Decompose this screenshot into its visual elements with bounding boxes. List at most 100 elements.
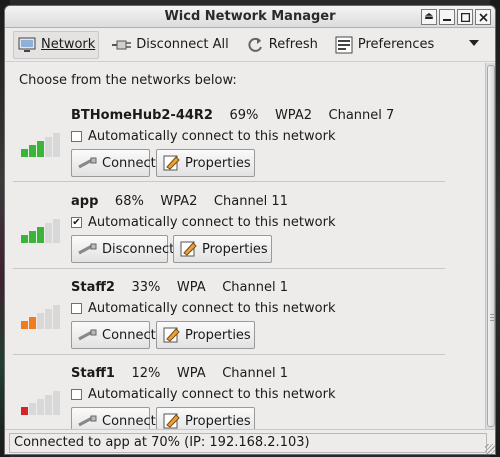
properties-icon bbox=[163, 326, 181, 344]
signal-bar bbox=[29, 145, 36, 157]
refresh-button[interactable]: Refresh bbox=[242, 31, 321, 59]
action-label: Connect bbox=[102, 413, 156, 429]
preferences-button[interactable]: Preferences bbox=[331, 31, 437, 59]
network-info-line: app 68% WPA2 Channel 11 bbox=[71, 194, 288, 209]
properties-button[interactable]: Properties bbox=[156, 149, 255, 177]
scrollbar-thumb[interactable] bbox=[487, 65, 495, 427]
network-strength: 69% bbox=[229, 108, 259, 123]
network-name: Staff2 bbox=[71, 280, 115, 295]
toolbar-overflow-arrow-icon[interactable] bbox=[469, 40, 479, 46]
auto-connect-label: Automatically connect to this network bbox=[88, 387, 336, 402]
network-encryption: WPA bbox=[176, 280, 206, 295]
signal-bar bbox=[21, 149, 28, 157]
signal-strength-icon bbox=[21, 217, 61, 243]
titlebar[interactable]: Wicd Network Manager ⏏ bbox=[5, 6, 495, 28]
preferences-icon bbox=[334, 35, 354, 55]
network-icon bbox=[17, 35, 37, 55]
signal-bar bbox=[45, 395, 52, 415]
auto-connect-checkbox[interactable]: Automatically connect to this network bbox=[71, 387, 335, 402]
network-button[interactable]: Network bbox=[13, 30, 100, 59]
network-name: app bbox=[71, 194, 99, 209]
refresh-icon bbox=[245, 35, 265, 55]
properties-label: Properties bbox=[185, 413, 251, 429]
signal-bar bbox=[53, 133, 60, 157]
plug-icon bbox=[112, 35, 132, 55]
network-label: Network bbox=[41, 37, 96, 52]
checkbox-box[interactable] bbox=[71, 131, 82, 142]
action-label: Disconnect bbox=[102, 241, 175, 257]
signal-strength-icon bbox=[21, 303, 61, 329]
connect-icon bbox=[78, 412, 98, 430]
properties-label: Properties bbox=[185, 155, 251, 171]
properties-button[interactable]: Properties bbox=[173, 235, 272, 263]
connect-button[interactable]: Connect bbox=[71, 321, 156, 349]
network-strength: 68% bbox=[114, 194, 144, 209]
connect-button[interactable]: Connect bbox=[71, 149, 156, 177]
signal-bar bbox=[53, 391, 60, 415]
signal-bar bbox=[45, 223, 52, 243]
status-text: Connected to app at 70% (IP: 192.168.2.1… bbox=[9, 433, 487, 453]
signal-bar bbox=[29, 317, 36, 329]
checkbox-box[interactable] bbox=[71, 303, 82, 314]
network-info-line: BTHomeHub2-44R2 69% WPA2 Channel 7 bbox=[71, 108, 394, 123]
properties-label: Properties bbox=[202, 241, 268, 257]
network-channel: Channel 11 bbox=[213, 194, 288, 209]
window-controls: ⏏ bbox=[421, 9, 491, 25]
network-separator bbox=[13, 268, 445, 269]
minimize-icon[interactable] bbox=[439, 9, 455, 25]
signal-bar bbox=[37, 227, 44, 243]
intro-text: Choose from the networks below: bbox=[19, 73, 237, 88]
properties-icon bbox=[163, 412, 181, 430]
signal-bar bbox=[37, 313, 44, 329]
network-entry: app 68% WPA2 Channel 11 ✔ Automatically co… bbox=[13, 185, 445, 271]
signal-strength-icon bbox=[21, 131, 61, 157]
network-separator bbox=[13, 181, 445, 182]
shade-icon[interactable]: ⏏ bbox=[421, 9, 437, 25]
close-icon[interactable] bbox=[475, 9, 491, 25]
checkbox-box[interactable]: ✔ bbox=[71, 217, 82, 228]
network-separator bbox=[13, 354, 445, 355]
signal-bar bbox=[21, 321, 28, 329]
disconnect-button[interactable]: Disconnect bbox=[71, 235, 174, 263]
signal-bar bbox=[29, 403, 36, 415]
network-entry: Staff2 33% WPA Channel 1 Automatically co… bbox=[13, 271, 445, 357]
action-label: Connect bbox=[102, 155, 156, 171]
network-encryption: WPA2 bbox=[160, 194, 198, 209]
signal-bar bbox=[37, 141, 44, 157]
disconnect-all-label: Disconnect All bbox=[136, 37, 229, 52]
network-name: Staff1 bbox=[71, 366, 115, 381]
properties-icon bbox=[163, 154, 181, 172]
properties-icon bbox=[180, 240, 198, 258]
plug-icon bbox=[78, 240, 98, 258]
auto-connect-checkbox[interactable]: Automatically connect to this network bbox=[71, 129, 335, 144]
properties-label: Properties bbox=[185, 327, 251, 343]
network-channel: Channel 7 bbox=[328, 108, 395, 123]
signal-bar bbox=[21, 407, 28, 415]
maximize-icon[interactable] bbox=[457, 9, 473, 25]
auto-connect-label: Automatically connect to this network bbox=[88, 215, 336, 230]
scrollbar[interactable] bbox=[485, 63, 495, 429]
auto-connect-label: Automatically connect to this network bbox=[88, 301, 336, 316]
preferences-label: Preferences bbox=[357, 37, 435, 52]
network-strength: 33% bbox=[131, 280, 161, 295]
wicd-window: Wicd Network Manager ⏏ Network Disconnec… bbox=[4, 5, 496, 455]
scrollbar-grip bbox=[490, 314, 494, 323]
resize-grip[interactable] bbox=[485, 444, 495, 454]
network-name: BTHomeHub2-44R2 bbox=[71, 108, 213, 123]
auto-connect-checkbox[interactable]: Automatically connect to this network bbox=[71, 301, 335, 316]
signal-strength-icon bbox=[21, 389, 61, 415]
signal-bar bbox=[53, 219, 60, 243]
signal-bar bbox=[21, 235, 28, 243]
connect-icon bbox=[78, 326, 98, 344]
checkbox-box[interactable] bbox=[71, 389, 82, 400]
network-info-line: Staff2 33% WPA Channel 1 bbox=[71, 280, 288, 295]
refresh-label: Refresh bbox=[268, 37, 318, 52]
auto-connect-checkbox[interactable]: ✔ Automatically connect to this network bbox=[71, 215, 335, 230]
disconnect-all-button[interactable]: Disconnect All bbox=[109, 31, 231, 59]
signal-bar bbox=[45, 309, 52, 329]
network-info-line: Staff1 12% WPA Channel 1 bbox=[71, 366, 288, 381]
network-encryption: WPA2 bbox=[274, 108, 312, 123]
network-channel: Channel 1 bbox=[222, 280, 288, 295]
network-entry: BTHomeHub2-44R2 69% WPA2 Channel 7 Automa… bbox=[13, 99, 445, 185]
properties-button[interactable]: Properties bbox=[156, 321, 255, 349]
